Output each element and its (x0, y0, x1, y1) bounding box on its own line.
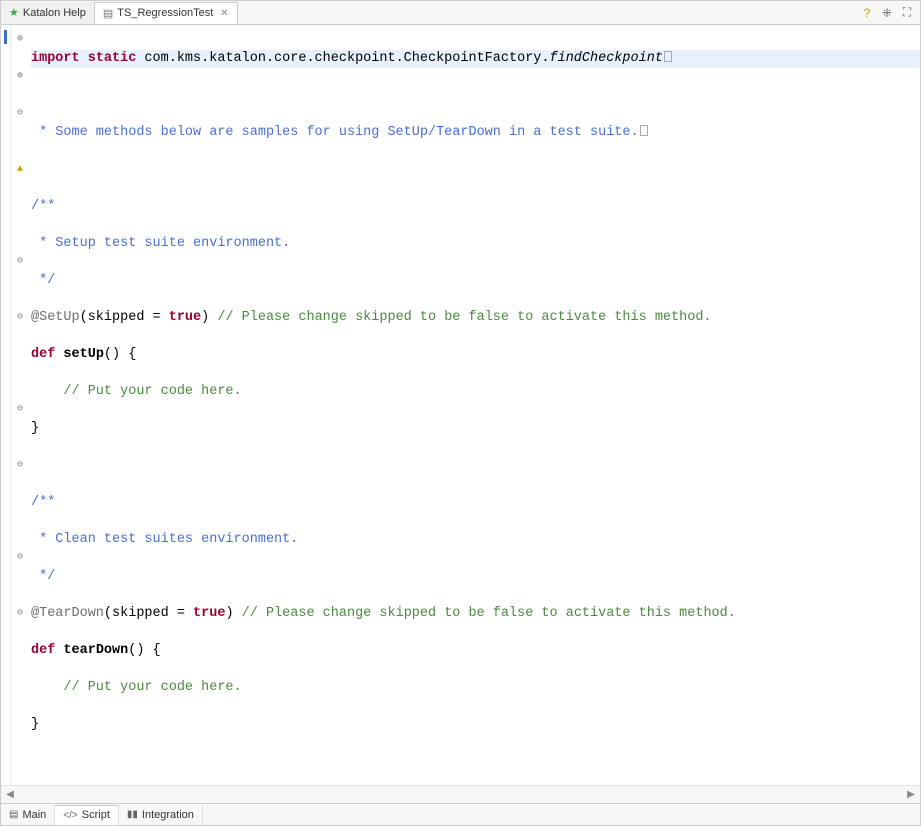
comment: // Please change skipped to be false to … (234, 606, 736, 621)
close-icon[interactable]: ✕ (220, 8, 228, 19)
help-icon[interactable]: ? (860, 6, 874, 20)
scroll-right-arrow-icon[interactable]: ▶ (902, 786, 920, 804)
comment: // Put your code here. (31, 680, 242, 695)
integration-icon: ▮▮ (127, 809, 138, 820)
maximize-icon[interactable]: ⛶ (900, 6, 914, 20)
editor-ruler (1, 25, 11, 785)
keyword-true: true (193, 606, 225, 621)
bottom-tab-bar: ▤ Main </> Script ▮▮ Integration (1, 803, 920, 825)
editor-tab-bar: ★ Katalon Help ▤ TS_RegressionTest ✕ ? ⁜… (1, 1, 920, 25)
keyword-static: static (88, 51, 137, 66)
keyword-def: def (31, 643, 55, 658)
fold-collapse-icon[interactable]: ⊖ (11, 309, 29, 328)
keyword-def: def (31, 347, 55, 362)
fold-collapse-icon[interactable]: ⊖ (11, 401, 29, 420)
bottom-tab-label: Script (82, 809, 110, 821)
annotation: @SetUp (31, 310, 80, 325)
function-name: setUp (55, 347, 104, 362)
tab-label: TS_RegressionTest (117, 7, 213, 19)
javadoc-line: * Clean test suites environment. (31, 532, 298, 547)
javadoc-line: /** (31, 199, 55, 214)
tab-integration[interactable]: ▮▮ Integration (119, 805, 203, 825)
current-line-marker (4, 30, 7, 44)
horizontal-scrollbar[interactable]: ◀ ▶ (1, 785, 920, 803)
line-end-marker (640, 125, 648, 136)
fold-collapse-icon[interactable]: ⊖ (11, 549, 29, 568)
annotation: @TearDown (31, 606, 104, 621)
fold-warning-icon[interactable]: ▲ (11, 161, 29, 180)
tab-toolbar: ? ⁜ ⛶ (860, 6, 920, 20)
tab-script[interactable]: </> Script (55, 805, 119, 825)
tab-regression-test[interactable]: ▤ TS_RegressionTest ✕ (95, 2, 238, 24)
keyword-import: import (31, 51, 80, 66)
javadoc-line: * Some methods below are samples for usi… (31, 125, 639, 140)
method-name: findCheckpoint (550, 51, 663, 66)
scroll-left-arrow-icon[interactable]: ◀ (1, 786, 19, 804)
file-icon: ▤ (103, 7, 113, 20)
javadoc-line: /** (31, 495, 55, 510)
list-icon: ▤ (9, 809, 18, 820)
fold-expand-icon[interactable]: ⊕ (11, 31, 29, 50)
comment: // Put your code here. (31, 384, 242, 399)
tab-label: Katalon Help (23, 7, 86, 19)
function-name: tearDown (55, 643, 128, 658)
fold-collapse-icon[interactable]: ⊖ (11, 105, 29, 124)
javadoc-line: */ (31, 273, 55, 288)
javadoc-line: */ (31, 569, 55, 584)
code-editor[interactable]: ⊕ ⊕ ⊖ ▲ ⊖ ⊖ ⊖ ⊖ ⊖ ⊖ import static (1, 25, 920, 785)
keyword-true: true (169, 310, 201, 325)
collapse-icon[interactable]: ⁜ (880, 6, 894, 20)
bottom-tab-label: Integration (142, 809, 194, 821)
fold-gutter: ⊕ ⊕ ⊖ ▲ ⊖ ⊖ ⊖ ⊖ ⊖ ⊖ (11, 25, 29, 785)
brace: } (31, 717, 39, 732)
brace: } (31, 421, 39, 436)
javadoc-line: * Setup test suite environment. (31, 236, 290, 251)
tab-main[interactable]: ▤ Main (1, 805, 55, 825)
star-icon: ★ (9, 6, 19, 19)
bottom-tab-label: Main (22, 809, 46, 821)
line-end-marker (664, 51, 672, 62)
code-content[interactable]: import static com.kms.katalon.core.check… (29, 25, 920, 785)
fold-collapse-icon[interactable]: ⊖ (11, 457, 29, 476)
code-icon: </> (63, 810, 77, 821)
package-path: com.kms.katalon.core.checkpoint.Checkpoi… (136, 51, 549, 66)
fold-collapse-icon[interactable]: ⊖ (11, 253, 29, 272)
fold-collapse-icon[interactable]: ⊖ (11, 605, 29, 624)
tab-katalon-help[interactable]: ★ Katalon Help (1, 2, 95, 24)
fold-expand-icon[interactable]: ⊕ (11, 68, 29, 87)
comment: // Please change skipped to be false to … (209, 310, 711, 325)
